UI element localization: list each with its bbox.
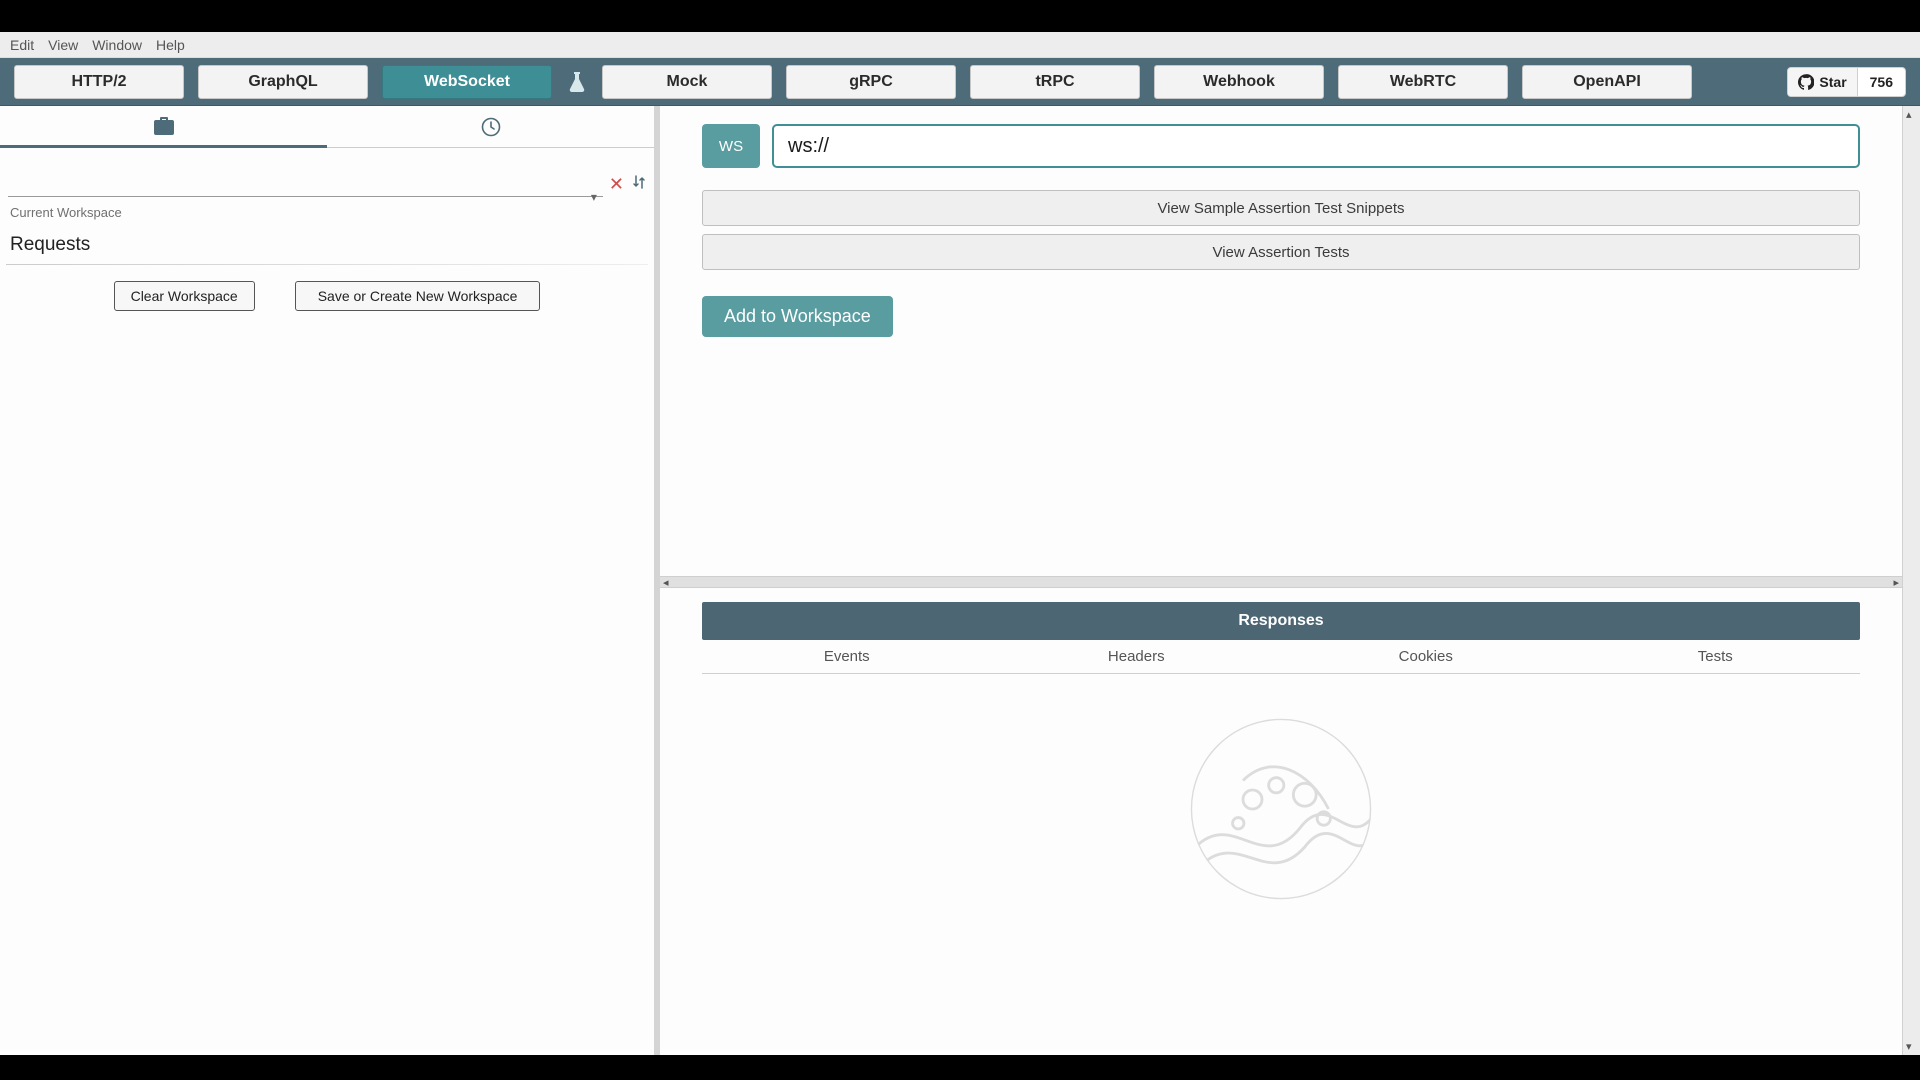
scroll-right-icon[interactable]: ▸ [1893,576,1899,589]
sidebar-tab-history[interactable] [327,106,654,148]
clock-icon [481,117,501,137]
vertical-scrollbar[interactable]: ▴ ▾ [1902,106,1920,1055]
tab-mock[interactable]: Mock [602,65,772,99]
menu-help[interactable]: Help [150,35,191,55]
clear-workspace-button[interactable]: Clear Workspace [114,281,255,311]
sort-icon[interactable] [632,174,646,195]
workspace-select[interactable]: ▾ [8,188,603,197]
tab-websocket[interactable]: WebSocket [382,65,552,99]
menu-edit[interactable]: Edit [4,35,40,55]
tab-http2[interactable]: HTTP/2 [14,65,184,99]
tab-openapi[interactable]: OpenAPI [1522,65,1692,99]
letterbox-top [0,0,1920,32]
menu-window[interactable]: Window [86,35,148,55]
responses-tabs: Events Headers Cookies Tests [702,640,1860,674]
requests-heading: Requests [0,224,654,264]
responses-tab-cookies[interactable]: Cookies [1281,640,1571,674]
responses-header: Responses [702,602,1860,640]
scroll-down-icon[interactable]: ▾ [1906,1040,1912,1053]
responses-placeholder [702,674,1860,1045]
protocol-tabs-right: Mock gRPC tRPC Webhook WebRTC OpenAPI [602,65,1692,99]
briefcase-icon [154,117,174,135]
request-builder-area: WS View Sample Assertion Test Snippets V… [660,106,1902,576]
app-window: Edit View Window Help HTTP/2 GraphQL Web… [0,32,1920,1055]
github-star-widget[interactable]: Star 756 [1787,67,1906,97]
scroll-up-icon[interactable]: ▴ [1906,108,1912,121]
add-to-workspace-button[interactable]: Add to Workspace [702,296,893,337]
scroll-left-icon[interactable]: ◂ [663,576,669,589]
github-icon [1798,74,1814,90]
protocol-toolbar: HTTP/2 GraphQL WebSocket Mock gRPC tRPC … [0,58,1920,106]
chevron-down-icon: ▾ [591,190,597,204]
main-body: ▾ ✕ Current Workspace Requests Clear Wor… [0,106,1920,1055]
responses-tab-headers[interactable]: Headers [992,640,1282,674]
sidebar-tab-workspace[interactable] [0,106,327,148]
letterbox-bottom [0,1055,1920,1080]
github-star-label: Star [1819,74,1846,90]
menubar: Edit View Window Help [0,32,1920,58]
workspace-label: Current Workspace [0,199,654,224]
responses-tab-events[interactable]: Events [702,640,992,674]
save-workspace-button[interactable]: Save or Create New Workspace [295,281,541,311]
method-badge: WS [702,124,760,168]
tab-graphql[interactable]: GraphQL [198,65,368,99]
flask-icon[interactable] [562,71,592,93]
responses-tab-tests[interactable]: Tests [1571,640,1861,674]
view-assertion-tests-button[interactable]: View Assertion Tests [702,234,1860,270]
tab-webrtc[interactable]: WebRTC [1338,65,1508,99]
github-star-count: 756 [1858,74,1905,90]
clear-workspace-select-icon[interactable]: ✕ [609,174,624,195]
sidebar-tabs [0,106,654,148]
sidebar: ▾ ✕ Current Workspace Requests Clear Wor… [0,106,660,1055]
wave-logo-icon [1186,714,1376,904]
responses-panel: Responses Events Headers Cookies Tests [660,588,1902,1055]
protocol-tabs-left: HTTP/2 GraphQL WebSocket [14,65,552,99]
main-panel: WS View Sample Assertion Test Snippets V… [660,106,1902,1055]
horizontal-splitter[interactable]: ◂ ▸ [660,576,1902,588]
tab-grpc[interactable]: gRPC [786,65,956,99]
view-assertion-snippets-button[interactable]: View Sample Assertion Test Snippets [702,190,1860,226]
menu-view[interactable]: View [42,35,84,55]
tab-trpc[interactable]: tRPC [970,65,1140,99]
tab-webhook[interactable]: Webhook [1154,65,1324,99]
url-input[interactable] [772,124,1860,168]
